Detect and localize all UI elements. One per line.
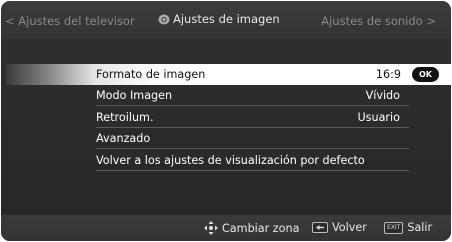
hint-change-zone: Cambiar zona [204,221,299,235]
menu-item-label: Retroilum. [96,111,154,124]
header-bar: < Ajustes del televisor Ajustes de image… [1,1,451,39]
divider [96,170,409,171]
menu-item-advanced[interactable]: Avanzado [1,129,451,149]
menu-item-reset-defaults[interactable]: Volver a los ajustes de visualización po… [1,151,451,171]
current-section-title: Ajustes de imagen [158,12,280,26]
camera-icon [158,14,170,24]
divider [96,148,409,149]
dpad-icon [204,221,218,235]
menu-item-label: Formato de imagen [96,68,206,81]
hint-label: Volver [332,221,367,234]
menu-item-value: Vívido [365,89,400,102]
menu-item-value: 16:9 [375,68,401,81]
footer-hints-bar: Cambiar zona Volver EXIT Salir [1,215,451,241]
hint-label: Cambiar zona [222,221,300,235]
hint-label: Salir [407,221,433,234]
ok-button-icon[interactable]: OK [412,67,439,82]
back-key-icon [312,222,328,233]
tv-menu-screen: < Ajustes del televisor Ajustes de image… [1,1,451,241]
menu-item-picture-mode[interactable]: Modo Imagen Vívido [1,86,451,106]
divider [96,105,409,106]
menu-item-label: Modo Imagen [96,89,173,102]
menu-item-value: Usuario [357,111,400,124]
menu-item-label: Avanzado [96,132,151,145]
menu-item-backlight[interactable]: Retroilum. Usuario [1,108,451,128]
menu-item-picture-format[interactable]: Formato de imagen 16:9 OK [6,64,451,85]
hint-exit: EXIT Salir [384,221,432,234]
exit-key-icon: EXIT [384,221,404,234]
nav-prev-tv-settings[interactable]: < Ajustes del televisor [5,14,135,28]
section-title-label: Ajustes de imagen [173,12,280,26]
hint-back: Volver [312,221,367,234]
divider [96,127,409,128]
menu-item-label: Volver a los ajustes de visualización po… [96,154,365,167]
nav-next-sound-settings[interactable]: Ajustes de sonido > [321,14,436,28]
